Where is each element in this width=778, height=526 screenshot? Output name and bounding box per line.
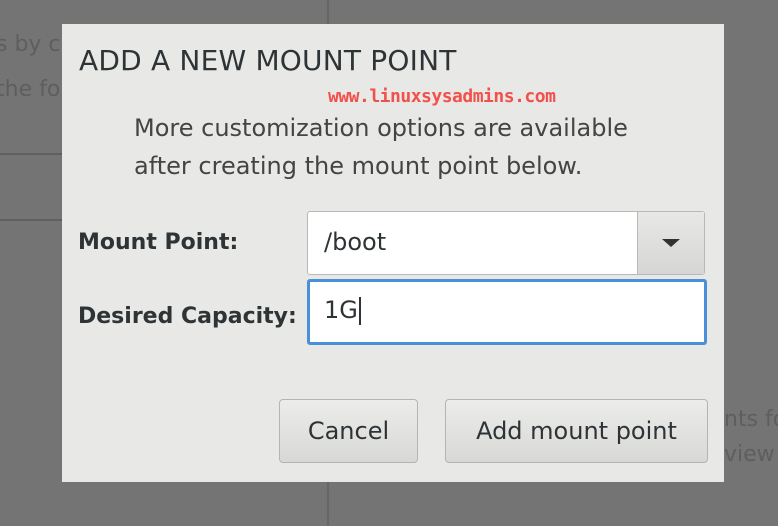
dialog-description: More customization options are available… [134,109,628,185]
capacity-label: Desired Capacity: [78,304,297,329]
mount-point-value[interactable]: /boot [324,228,386,256]
watermark: www.linuxsysadmins.com [328,86,556,107]
background-divider [327,0,329,24]
capacity-value: 1G [324,296,358,324]
background-text: the fo [0,77,61,102]
background-divider [0,219,62,221]
capacity-input[interactable]: 1G [307,279,707,345]
background-divider [327,482,329,526]
add-mount-point-button[interactable]: Add mount point [445,399,708,463]
add-mount-point-dialog: ADD A NEW MOUNT POINT www.linuxsysadmins… [62,24,724,482]
text-cursor [358,297,361,325]
cancel-button[interactable]: Cancel [279,399,418,463]
background-text: nts fo [724,407,778,432]
background-text: s by cl [0,32,67,57]
chevron-down-icon [662,239,680,247]
mount-point-combobox[interactable]: /boot [307,211,705,275]
mount-point-dropdown-button[interactable] [637,212,704,274]
background-text: view t [724,442,778,467]
mount-point-label: Mount Point: [78,230,239,255]
dialog-title: ADD A NEW MOUNT POINT [79,44,457,77]
background-divider [0,153,62,155]
description-line: More customization options are available [134,114,628,142]
description-line: after creating the mount point below. [134,152,583,180]
